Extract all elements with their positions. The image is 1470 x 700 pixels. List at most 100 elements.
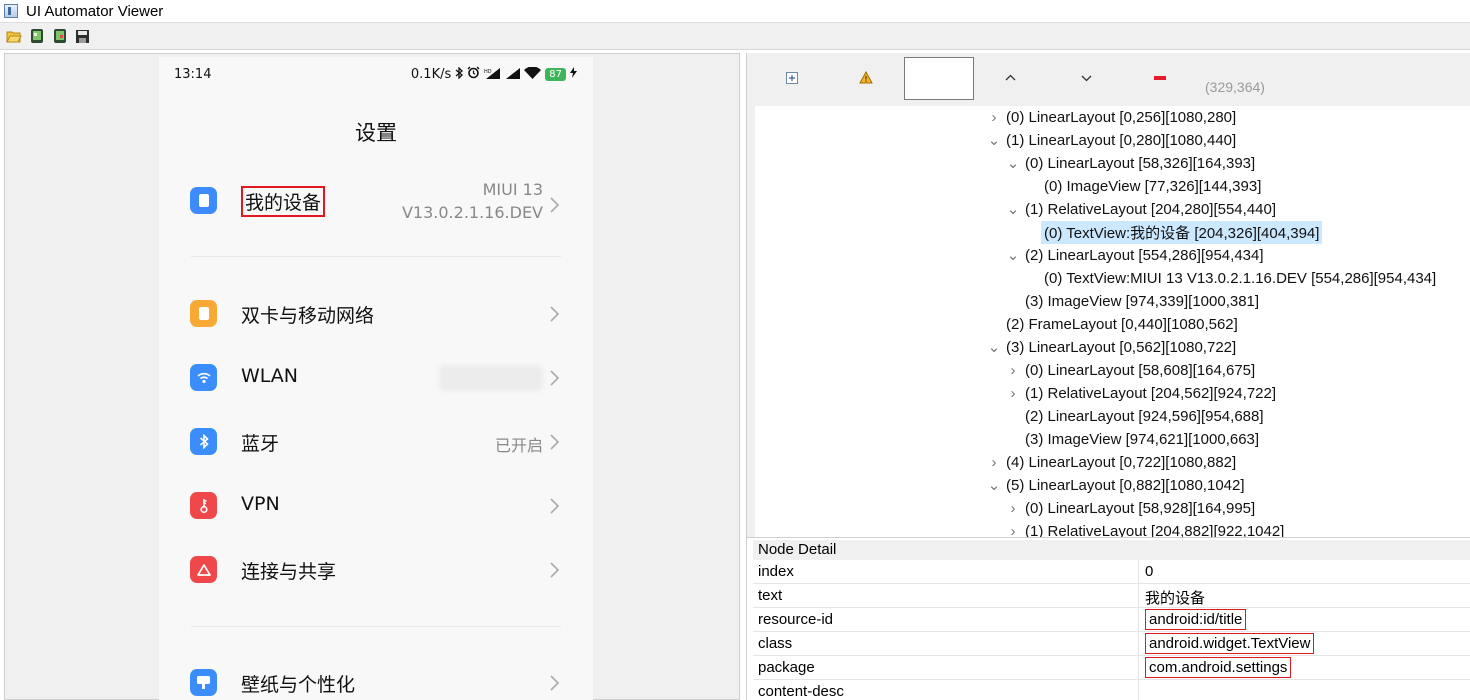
settings-row-value: 已开启	[494, 436, 543, 455]
tree-node-label[interactable]: (0) LinearLayout [58,326][164,393]	[1022, 154, 1258, 173]
tree-toggle[interactable]: ›	[1004, 385, 1022, 402]
tree-node-label[interactable]: (3) ImageView [974,621][1000,663]	[1022, 430, 1262, 449]
tree-node-label[interactable]: (1) RelativeLayout [204,562][924,722]	[1022, 384, 1279, 403]
settings-row-my-device[interactable]: 我的设备 MIUI 13 V13.0.2.1.16.DEV	[159, 170, 593, 242]
tree-node-label[interactable]: (0) ImageView [77,326][144,393]	[1041, 177, 1264, 196]
detail-row[interactable]: content-desc	[753, 680, 1470, 700]
node-detail-title: Node Detail	[753, 540, 1470, 560]
device-screenshot-compressed-icon[interactable]	[51, 28, 68, 45]
tree-node[interactable]: › (0) LinearLayout [58,608][164,675]	[1004, 359, 1258, 381]
chevron-right-icon	[550, 675, 560, 691]
network-speed: 0.1K/s	[410, 67, 452, 82]
tree-toggle[interactable]: ›	[985, 109, 1003, 126]
tree-node[interactable]: ⌄ (1) LinearLayout [0,280][1080,440]	[985, 129, 1239, 151]
bluetooth-status-icon	[455, 65, 464, 83]
warning-icon[interactable]	[858, 69, 874, 85]
settings-row-bluetooth[interactable]: 蓝牙 已开启	[159, 411, 593, 473]
tree-node[interactable]: (2) LinearLayout [924,596][954,688]	[1004, 405, 1267, 427]
page-title: 设置	[355, 121, 397, 145]
tree-toggle[interactable]: ⌄	[1004, 200, 1022, 218]
svg-text:HD: HD	[484, 69, 492, 75]
tree-node-label[interactable]: (4) LinearLayout [0,722][1080,882]	[1003, 453, 1239, 472]
tree-node[interactable]: › (4) LinearLayout [0,722][1080,882]	[985, 451, 1239, 473]
tree-node[interactable]: › (0) LinearLayout [58,928][164,995]	[1004, 497, 1258, 519]
tree-node-label[interactable]: (2) FrameLayout [0,440][1080,562]	[1003, 315, 1241, 334]
expand-all-icon[interactable]	[785, 71, 799, 85]
tree-node-label[interactable]: (3) LinearLayout [0,562][1080,722]	[1003, 338, 1239, 357]
tree-node-label[interactable]: (5) LinearLayout [0,882][1080,1042]	[1003, 476, 1248, 495]
chevron-up-icon[interactable]	[1003, 71, 1017, 85]
tree-node[interactable]: (3) ImageView [974,339][1000,381]	[1004, 290, 1262, 312]
minus-icon[interactable]	[1153, 71, 1167, 85]
status-time: 13:14	[174, 67, 212, 82]
tree-node[interactable]: ⌄ (2) LinearLayout [554,286][954,434]	[1004, 244, 1267, 266]
tree-toggle[interactable]: ›	[985, 454, 1003, 471]
settings-row-vpn[interactable]: VPN	[159, 475, 593, 537]
tree-node-label[interactable]: (0) LinearLayout [58,608][164,675]	[1022, 361, 1258, 380]
signal-hd-icon: HD	[484, 67, 501, 83]
bluetooth-icon	[190, 428, 217, 455]
share-icon	[190, 556, 217, 583]
search-field[interactable]	[904, 57, 974, 100]
tree-node[interactable]: ⌄ (5) LinearLayout [0,882][1080,1042]	[985, 474, 1248, 496]
tree-node-label[interactable]: (0) TextView:MIUI 13 V13.0.2.1.16.DEV [5…	[1041, 269, 1439, 288]
phone-screen[interactable]: 13:14 0.1K/s HD 87 设置 我的设备 MIUI 13 V13.0…	[159, 57, 593, 700]
detail-row[interactable]: package com.android.settings	[753, 656, 1470, 680]
detail-key: index	[758, 563, 794, 580]
tree-toggle[interactable]: ›	[1004, 362, 1022, 379]
settings-row-dual-sim[interactable]: 双卡与移动网络	[159, 283, 593, 345]
tree-node-selected[interactable]: (0) TextView:我的设备 [204,326][404,394]	[1023, 220, 1323, 244]
coordinate-readout: (329,364)	[1205, 79, 1265, 95]
settings-row-wlan[interactable]: WLAN	[159, 347, 593, 409]
detail-row[interactable]: resource-id android:id/title	[753, 608, 1470, 632]
chevron-down-icon[interactable]	[1079, 71, 1093, 85]
detail-row[interactable]: class android.widget.TextView	[753, 632, 1470, 656]
detail-row[interactable]: index 0	[753, 560, 1470, 584]
tree-node[interactable]: (0) TextView:MIUI 13 V13.0.2.1.16.DEV [5…	[1023, 267, 1439, 289]
tree-toggle[interactable]: ›	[1004, 500, 1022, 517]
tree-node-label[interactable]: (0) LinearLayout [0,256][1080,280]	[1003, 108, 1239, 127]
chevron-right-icon	[550, 197, 560, 213]
tree-node[interactable]: › (0) LinearLayout [0,256][1080,280]	[985, 106, 1239, 128]
device-screenshot-pane[interactable]: 13:14 0.1K/s HD 87 设置 我的设备 MIUI 13 V13.0…	[4, 53, 740, 700]
settings-row-connection-sharing[interactable]: 连接与共享	[159, 539, 593, 601]
save-icon[interactable]	[74, 28, 91, 45]
vpn-key-icon	[190, 492, 217, 519]
detail-value: 0	[1145, 563, 1154, 580]
tree-node[interactable]: (3) ImageView [974,621][1000,663]	[1004, 428, 1262, 450]
column-divider	[1138, 560, 1139, 584]
column-divider	[1138, 632, 1139, 656]
alarm-icon	[467, 66, 480, 83]
status-icons: 0.1K/s HD 87	[410, 65, 577, 83]
charging-icon	[570, 67, 577, 82]
tree-node[interactable]: (0) ImageView [77,326][144,393]	[1023, 175, 1264, 197]
chevron-right-icon	[550, 370, 560, 386]
tree-node-label[interactable]: (2) LinearLayout [924,596][954,688]	[1022, 407, 1267, 426]
tree-node-label[interactable]: (1) RelativeLayout [204,280][554,440]	[1022, 200, 1279, 219]
hierarchy-tree[interactable]: › (0) LinearLayout [0,256][1080,280] ⌄ (1)…	[755, 106, 1470, 578]
tree-toggle[interactable]: ⌄	[1004, 154, 1022, 172]
battery-indicator: 87	[545, 68, 566, 81]
tree-node-label[interactable]: (0) LinearLayout [58,928][164,995]	[1022, 499, 1258, 518]
tree-node[interactable]: (2) FrameLayout [0,440][1080,562]	[985, 313, 1241, 335]
tree-node[interactable]: ⌄ (0) LinearLayout [58,326][164,393]	[1004, 152, 1258, 174]
tree-toggle[interactable]: ⌄	[1004, 246, 1022, 264]
tree-node[interactable]: › (1) RelativeLayout [204,562][924,722]	[1004, 382, 1279, 404]
main-toolbar	[0, 22, 1470, 50]
settings-row-value-line1: MIUI 13	[482, 180, 543, 199]
tree-toggle[interactable]: ⌄	[985, 131, 1003, 149]
tree-toggle[interactable]: ⌄	[985, 476, 1003, 494]
device-screenshot-icon[interactable]	[28, 28, 45, 45]
settings-row-label: 我的设备	[241, 186, 326, 217]
tree-node-label[interactable]: (3) ImageView [974,339][1000,381]	[1022, 292, 1262, 311]
tree-node-label[interactable]: (0) TextView:我的设备 [204,326][404,394]	[1041, 220, 1323, 244]
detail-row[interactable]: text 我的设备	[753, 584, 1470, 608]
status-bar: 13:14 0.1K/s HD 87	[159, 57, 593, 91]
settings-row-wallpaper[interactable]: 壁纸与个性化	[159, 652, 593, 700]
open-icon[interactable]	[5, 28, 22, 45]
tree-node-label[interactable]: (2) LinearLayout [554,286][954,434]	[1022, 246, 1267, 265]
tree-node[interactable]: ⌄ (3) LinearLayout [0,562][1080,722]	[985, 336, 1239, 358]
tree-node[interactable]: ⌄ (1) RelativeLayout [204,280][554,440]	[1004, 198, 1279, 220]
tree-toggle[interactable]: ⌄	[985, 338, 1003, 356]
tree-node-label[interactable]: (1) LinearLayout [0,280][1080,440]	[1003, 131, 1239, 150]
